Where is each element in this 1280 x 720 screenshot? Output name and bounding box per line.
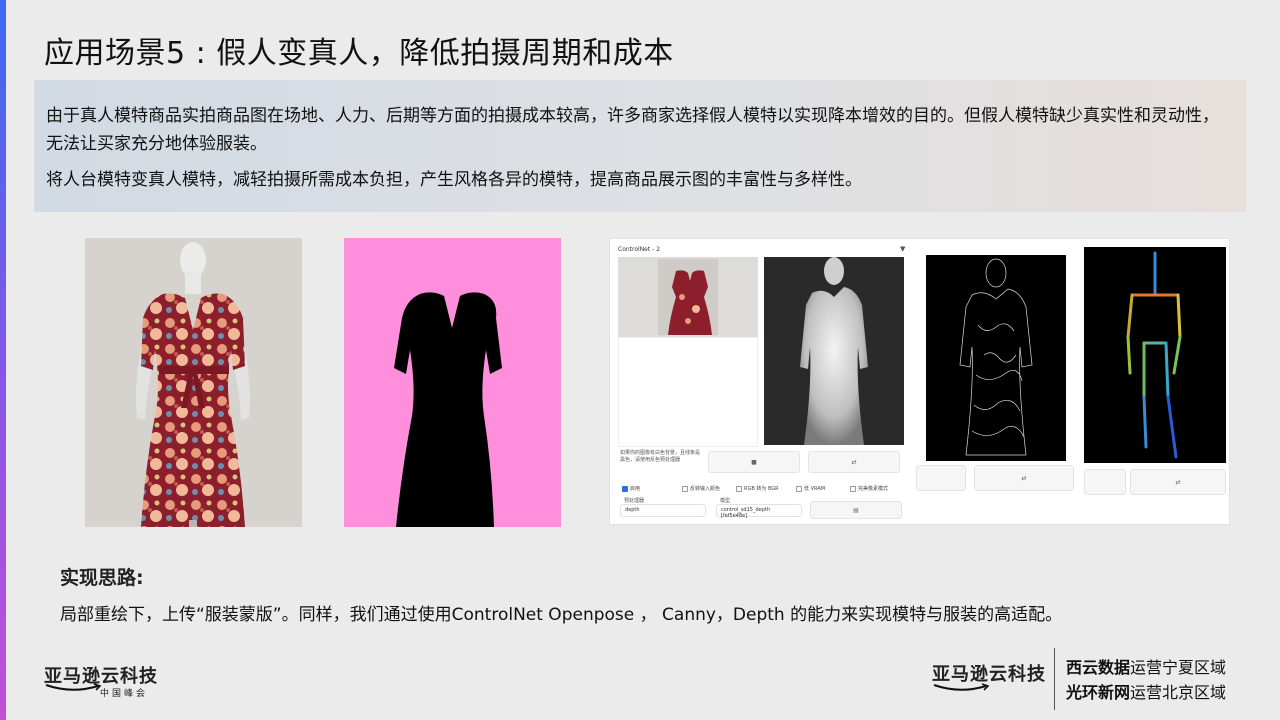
accent-bar <box>0 0 6 720</box>
input-image-area[interactable] <box>618 337 758 447</box>
model-select[interactable]: control_sd15_depth [fef5e48e] <box>716 504 802 519</box>
preprocessor-label: 预处理器 <box>624 498 645 504</box>
third-swap-button[interactable]: ⇄ <box>1130 469 1226 495</box>
low-vram-checkbox[interactable]: 低 VRAM <box>796 485 825 492</box>
second-panel-button[interactable] <box>916 465 966 491</box>
method-text: 局部重绘下，上传“服装蒙版”。同样，我们通过使用ControlNet Openp… <box>60 605 1063 625</box>
input-image-panel <box>618 257 758 337</box>
dress-mask-photo <box>344 238 561 527</box>
mannequin-dress-photo <box>85 238 302 527</box>
preprocessor-select[interactable]: depth <box>620 504 706 517</box>
region-ningxia: 西云数据运营宁夏区域 <box>1066 658 1227 677</box>
smile-arrow-icon <box>933 683 990 691</box>
openpose-skeleton-image <box>1084 247 1226 463</box>
smile-arrow-icon <box>45 683 102 691</box>
camera-button[interactable]: ■ <box>708 451 800 473</box>
depth-preview <box>764 257 904 445</box>
pixel-perfect-checkbox[interactable]: 完美像素模式 <box>850 485 888 492</box>
second-swap-button[interactable]: ⇄ <box>974 465 1074 491</box>
hint-text: 如果你的图像有白色背景，且线条是黑色，请使用反色预处理器 <box>620 450 701 463</box>
logo-left-sub: 中国峰会 <box>100 689 149 699</box>
aws-summit-logo: 亚马逊云科技 中国峰会 <box>44 662 158 699</box>
dress-illustration <box>85 238 302 527</box>
intro-paragraph-1: 由于真人模特商品实拍商品图在场地、人力、后期等方面的拍摄成本较高，许多商家选择假… <box>46 106 1219 154</box>
slide-title: 应用场景5 : 假人变真人，降低拍摄周期和成本 <box>44 36 674 71</box>
rgb-bgr-checkbox[interactable]: RGB 转为 BGR <box>736 485 779 492</box>
canny-preview <box>926 255 1066 461</box>
depth-map-image <box>764 257 904 445</box>
input-dress-thumbnail <box>618 257 758 337</box>
intro-paragraph-2: 将人台模特变真人模特，减轻拍摄所需成本负担，产生风格各异的模特，提高商品展示图的… <box>46 170 862 190</box>
footer-divider <box>1054 648 1055 710</box>
openpose-preview <box>1084 247 1226 463</box>
refresh-button[interactable]: ▤ <box>810 501 902 519</box>
controlnet-ui-screenshot: ControlNet - 2 ▼ 如果你的图像有白色背景，且线条是黑色，请使用反… <box>609 238 1230 525</box>
mask-illustration <box>344 238 561 527</box>
method-title: 实现思路: <box>60 567 144 589</box>
region-beijing: 光环新网运营北京区域 <box>1066 683 1227 702</box>
swap-button[interactable]: ⇄ <box>808 451 900 473</box>
aws-logo-right: 亚马逊云科技 <box>932 660 1046 691</box>
model-label: 模型 <box>720 498 731 504</box>
controlnet-panel-title: ControlNet - 2 <box>618 246 661 253</box>
third-panel-button[interactable] <box>1084 469 1126 495</box>
collapse-arrow-icon: ▼ <box>900 245 906 253</box>
intro-box: 由于真人模特商品实拍商品图在场地、人力、后期等方面的拍摄成本较高，许多商家选择假… <box>34 80 1246 212</box>
canny-edges-image <box>926 255 1066 461</box>
enable-checkbox[interactable]: 启用 <box>622 485 640 492</box>
invert-checkbox[interactable]: 反转输入颜色 <box>682 485 720 492</box>
